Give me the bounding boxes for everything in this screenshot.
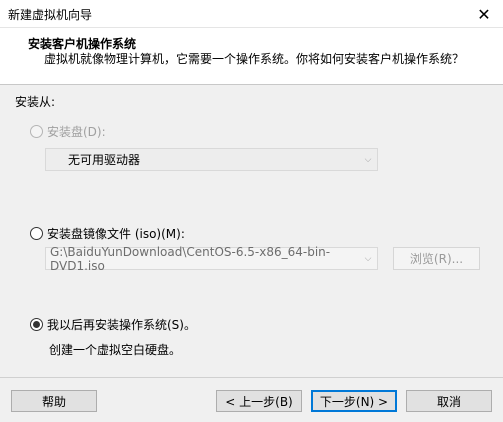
header-title: 安装客户机操作系统	[28, 37, 137, 51]
radio-disc[interactable]: 安装盘(D):	[30, 123, 106, 140]
iso-path-value: G:\BaiduYunDownload\CentOS-6.5-x86_64-bi…	[50, 244, 331, 273]
chevron-down-icon: ⌵	[364, 154, 372, 165]
wizard-body: 安装从: 安装盘(D): 无可用驱动器 ⌵ 安装盘镜像文件 (iso)(M): …	[0, 86, 503, 376]
iso-path-input[interactable]: G:\BaiduYunDownload\CentOS-6.5-x86_64-bi…	[45, 244, 378, 273]
browse-button[interactable]: 浏览(R)...	[393, 247, 480, 270]
next-button[interactable]: 下一步(N) >	[311, 390, 397, 412]
radio-disc-label: 安装盘(D):	[47, 125, 106, 139]
radio-iso-circle[interactable]	[30, 227, 43, 240]
radio-later-label: 我以后再安装操作系统(S)。	[47, 318, 196, 332]
radio-later[interactable]: 我以后再安装操作系统(S)。	[30, 316, 196, 333]
back-button[interactable]: < 上一步(B)	[216, 390, 302, 412]
wizard-header: 安装客户机操作系统 虚拟机就像物理计算机，它需要一个操作系统。你将如何安装客户机…	[0, 28, 503, 85]
radio-later-circle[interactable]	[30, 318, 43, 331]
header-description: 虚拟机就像物理计算机，它需要一个操作系统。你将如何安装客户机操作系统？	[44, 52, 465, 66]
radio-disc-circle[interactable]	[30, 125, 43, 138]
drive-select[interactable]: 无可用驱动器 ⌵	[45, 148, 378, 171]
later-note: 创建一个虚拟空白硬盘。	[49, 343, 182, 357]
radio-iso[interactable]: 安装盘镜像文件 (iso)(M):	[30, 225, 185, 242]
close-icon[interactable]: ✕	[465, 0, 503, 28]
footer-divider	[0, 377, 503, 378]
cancel-button[interactable]: 取消	[406, 390, 492, 412]
chevron-down-icon: ⌵	[364, 253, 372, 264]
title-bar: 新建虚拟机向导 ✕	[0, 0, 503, 28]
drive-select-value: 无可用驱动器	[68, 153, 141, 167]
window-title: 新建虚拟机向导	[8, 8, 93, 22]
help-button[interactable]: 帮助	[11, 390, 97, 412]
install-from-label: 安装从:	[15, 95, 56, 109]
radio-iso-label: 安装盘镜像文件 (iso)(M):	[47, 227, 185, 241]
